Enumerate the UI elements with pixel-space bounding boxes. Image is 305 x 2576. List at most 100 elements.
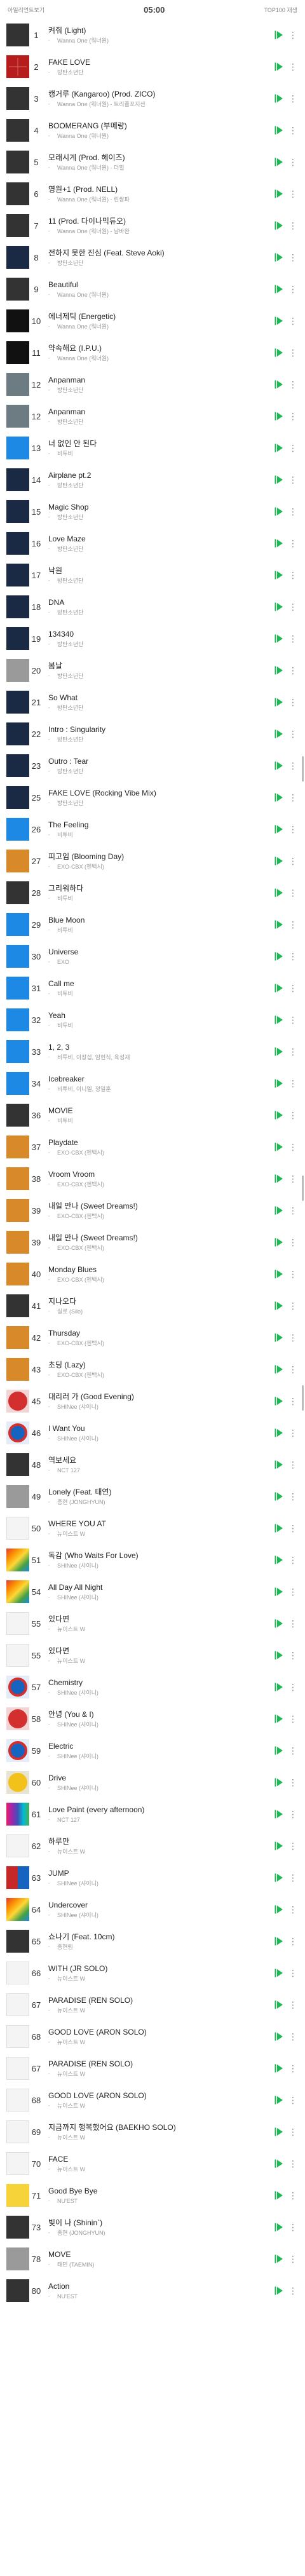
song-info[interactable]: PARADISE (REN SOLO) - 뉴이스트 W	[43, 2059, 271, 2078]
song-row[interactable]: 63 JUMP - SHINee (샤이니) ⋮	[6, 1862, 299, 1894]
song-info[interactable]: Yeah - 비투비	[43, 1011, 271, 1029]
more-options-button[interactable]: ⋮	[287, 1393, 299, 1409]
more-options-button[interactable]: ⋮	[287, 2187, 299, 2204]
more-options-button[interactable]: ⋮	[287, 1711, 299, 1727]
play-button[interactable]	[271, 90, 287, 107]
more-options-button[interactable]: ⋮	[287, 1615, 299, 1632]
song-info[interactable]: Undercover - SHINee (샤이니)	[43, 1901, 271, 1919]
song-info[interactable]: 역보세요 - NCT 127	[43, 1456, 271, 1474]
song-row[interactable]: 37 Playdate - EXO-CBX (첸백시) ⋮	[6, 1131, 299, 1163]
play-button[interactable]	[271, 1139, 287, 1155]
play-button[interactable]	[271, 757, 287, 774]
song-row[interactable]: 68 GOOD LOVE (ARON SOLO) - 뉴이스트 W ⋮	[6, 2021, 299, 2052]
play-button[interactable]	[271, 630, 287, 647]
album-art[interactable]	[6, 977, 29, 1000]
song-row[interactable]: 59 Electric - SHINee (샤이니) ⋮	[6, 1735, 299, 1766]
more-options-button[interactable]: ⋮	[287, 154, 299, 170]
song-row[interactable]: 80 Action - NU'EST ⋮	[6, 2275, 299, 2307]
play-button[interactable]	[271, 1202, 287, 1219]
more-options-button[interactable]: ⋮	[287, 853, 299, 869]
song-row[interactable]: 62 하루만 - 뉴이스트 W ⋮	[6, 1830, 299, 1862]
more-options-button[interactable]: ⋮	[287, 1806, 299, 1822]
song-row[interactable]: 3 캥거루 (Kangaroo) (Prod. ZICO) - Wanna On…	[6, 83, 299, 114]
song-row[interactable]: 12 Anpanman - 방탄소년단 ⋮	[6, 400, 299, 432]
play-button[interactable]	[271, 1647, 287, 1664]
more-options-button[interactable]: ⋮	[287, 1965, 299, 1981]
play-button[interactable]	[271, 1520, 287, 1536]
more-options-button[interactable]: ⋮	[287, 1520, 299, 1536]
album-art[interactable]	[6, 1580, 29, 1603]
play-button[interactable]	[271, 1552, 287, 1568]
song-info[interactable]: PARADISE (REN SOLO) - 뉴이스트 W	[43, 1996, 271, 2014]
album-art[interactable]	[6, 2057, 29, 2080]
more-options-button[interactable]: ⋮	[287, 980, 299, 996]
song-row[interactable]: 30 Universe - EXO ⋮	[6, 940, 299, 972]
play-button[interactable]	[271, 249, 287, 266]
song-row[interactable]: 48 역보세요 - NCT 127 ⋮	[6, 1449, 299, 1481]
album-art[interactable]	[6, 2216, 29, 2239]
song-info[interactable]: WITH (JR SOLO) - 뉴이스트 W	[43, 1964, 271, 1983]
song-info[interactable]: 있다면 - 뉴이스트 W	[43, 1646, 271, 1665]
more-options-button[interactable]: ⋮	[287, 1043, 299, 1060]
album-art[interactable]	[6, 1707, 29, 1730]
album-art[interactable]	[6, 405, 29, 428]
album-art[interactable]	[6, 2279, 29, 2302]
album-art[interactable]	[6, 850, 29, 872]
play-button[interactable]	[271, 217, 287, 234]
play-button[interactable]	[271, 2155, 287, 2172]
song-info[interactable]: GOOD LOVE (ARON SOLO) - 뉴이스트 W	[43, 2028, 271, 2046]
play-button[interactable]	[271, 1329, 287, 1346]
song-info[interactable]: 봄날 - 방탄소년단	[43, 661, 271, 680]
play-button[interactable]	[271, 726, 287, 742]
song-row[interactable]: 25 FAKE LOVE (Rocking Vibe Mix) - 방탄소년단 …	[6, 782, 299, 813]
album-art[interactable]	[6, 945, 29, 968]
song-info[interactable]: BOOMERANG (부메랑) - Wanna One (워너원)	[43, 121, 271, 140]
more-options-button[interactable]: ⋮	[287, 1456, 299, 1473]
song-info[interactable]: Thursday - EXO-CBX (첸백시)	[43, 1329, 271, 1347]
song-info[interactable]: 안녕 (You & I) - SHINee (샤이니)	[43, 1710, 271, 1728]
song-row[interactable]: 2 FAKE LOVE - 방탄소년단 ⋮	[6, 51, 299, 83]
album-art[interactable]	[6, 691, 29, 714]
more-options-button[interactable]: ⋮	[287, 1329, 299, 1346]
scrollbar[interactable]	[302, 756, 304, 782]
song-info[interactable]: 있다면 - 뉴이스트 W	[43, 1615, 271, 1633]
play-button[interactable]	[271, 1075, 287, 1092]
song-row[interactable]: 58 안녕 (You & I) - SHINee (샤이니) ⋮	[6, 1703, 299, 1735]
song-info[interactable]: 약속해요 (I.P.U.) - Wanna One (워너원)	[43, 344, 271, 362]
album-art[interactable]	[6, 1231, 29, 1254]
more-options-button[interactable]: ⋮	[287, 885, 299, 901]
song-row[interactable]: 7 11 (Prod. 다이나믹듀오) - Wanna One (워너원) - …	[6, 210, 299, 241]
song-info[interactable]: GOOD LOVE (ARON SOLO) - 뉴이스트 W	[43, 2091, 271, 2110]
song-info[interactable]: 내일 만나 (Sweet Dreams!) - EXO-CBX (첸백시)	[43, 1233, 271, 1252]
more-options-button[interactable]: ⋮	[287, 2219, 299, 2235]
song-row[interactable]: 6 영원+1 (Prod. NELL) - Wanna One (워너원) - …	[6, 178, 299, 210]
play-button[interactable]	[271, 789, 287, 806]
play-button[interactable]	[271, 186, 287, 202]
more-options-button[interactable]: ⋮	[287, 408, 299, 424]
song-info[interactable]: 피고임 (Blooming Day) - EXO-CBX (첸백시)	[43, 852, 271, 871]
play-button[interactable]	[271, 948, 287, 965]
play-button[interactable]	[271, 1170, 287, 1187]
album-art[interactable]	[6, 818, 29, 841]
song-info[interactable]: Action - NU'EST	[43, 2282, 271, 2300]
song-info[interactable]: I Want You - SHINee (샤이니)	[43, 1424, 271, 1442]
song-info[interactable]: Monday Blues - EXO-CBX (첸백시)	[43, 1265, 271, 1284]
song-info[interactable]: WHERE YOU AT - 뉴이스트 W	[43, 1519, 271, 1538]
album-art[interactable]	[6, 1008, 29, 1031]
album-art[interactable]	[6, 1358, 29, 1381]
song-info[interactable]: Anpanman - 방탄소년단	[43, 407, 271, 426]
album-art[interactable]	[6, 24, 29, 46]
scrollbar[interactable]	[302, 1385, 304, 1411]
play-button[interactable]	[271, 1583, 287, 1600]
more-options-button[interactable]: ⋮	[287, 186, 299, 202]
album-art[interactable]	[6, 1294, 29, 1317]
song-row[interactable]: 29 Blue Moon - 비투비 ⋮	[6, 909, 299, 940]
play-button[interactable]	[271, 885, 287, 901]
more-options-button[interactable]: ⋮	[287, 2028, 299, 2045]
album-art[interactable]	[6, 2184, 29, 2207]
album-art[interactable]	[6, 468, 29, 491]
song-row[interactable]: 12 Anpanman - 방탄소년단 ⋮	[6, 369, 299, 400]
song-row[interactable]: 73 빛이 나 (Shinin`) - 종현 (JONGHYUN) ⋮	[6, 2211, 299, 2243]
song-info[interactable]: FAKE LOVE (Rocking Vibe Mix) - 방탄소년단	[43, 789, 271, 807]
song-row[interactable]: 67 PARADISE (REN SOLO) - 뉴이스트 W ⋮	[6, 1989, 299, 2021]
